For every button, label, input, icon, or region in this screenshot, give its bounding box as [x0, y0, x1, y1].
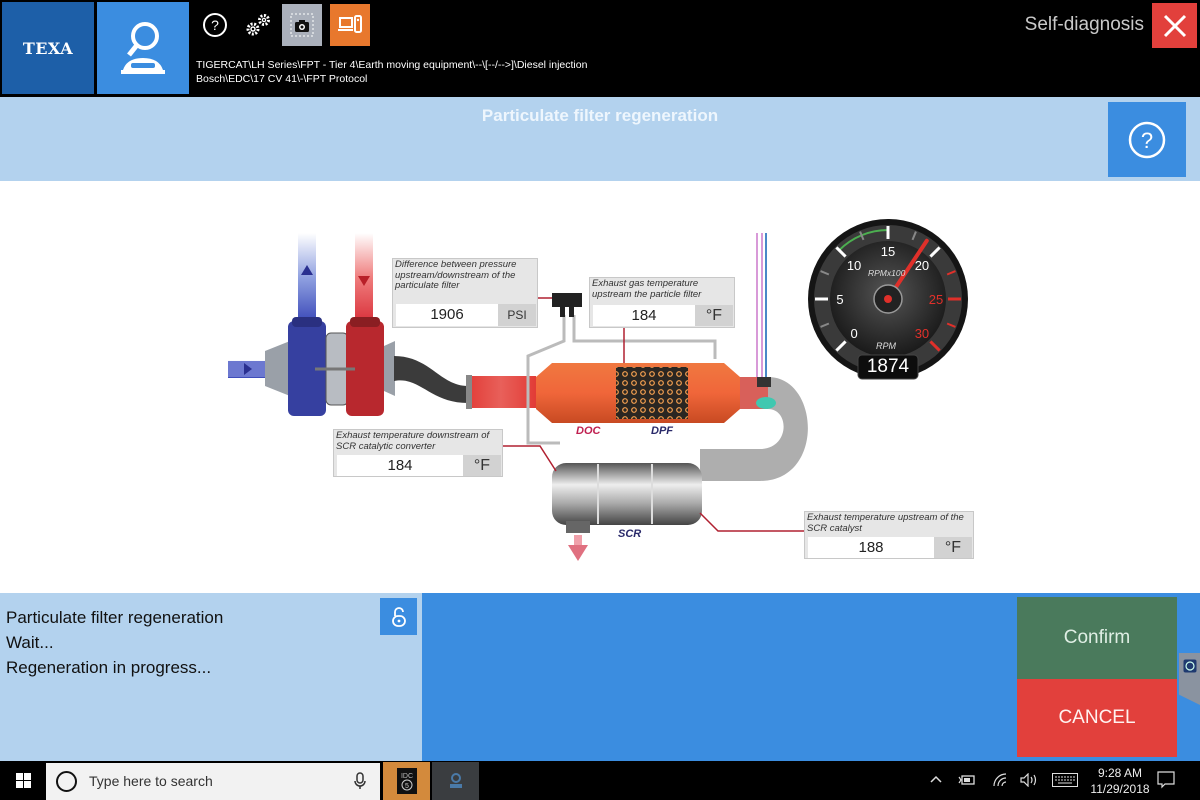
gauge-tick-label: 20 [915, 258, 929, 273]
gauge-tick-label: 25 [929, 292, 943, 307]
windows-taskbar: Type here to search IDC 5 9:28 AM 11/29/2… [0, 761, 1200, 800]
breadcrumb-line-2: Bosch\EDC\17 CV 41\-\FPT Protocol [196, 73, 368, 85]
status-panel: Particulate filter regeneration Wait... … [0, 593, 422, 761]
sensor-dpf-upstream-temp: Exhaust gas temperature upstream the par… [589, 277, 735, 328]
confirm-button[interactable]: Confirm [1017, 597, 1177, 679]
exhaust-system-diagram: 0 5 10 15 20 25 30 RPMx100 RPM 1874 Difference… [0, 181, 1200, 593]
texa-app-window: TEXA ? TIGERCAT\LH Series\FPT - Tier 4\E… [0, 0, 1200, 800]
cancel-button[interactable]: CANCEL [1017, 679, 1177, 757]
gauge-scale-label: RPMx100 [868, 268, 906, 278]
close-icon [1163, 14, 1186, 37]
svg-text:?: ? [211, 17, 219, 33]
sensor-dpf-pressure-diff: Difference between pressure upstream/dow… [392, 258, 538, 328]
battery-icon[interactable] [958, 774, 976, 786]
vehicle-diagnosis-icon [121, 22, 165, 74]
sensor-label: Exhaust temperature downstream of SCR ca… [336, 430, 490, 452]
svg-text:5: 5 [405, 783, 409, 790]
top-bar: TEXA ? TIGERCAT\LH Series\FPT - Tier 4\E… [0, 0, 1200, 97]
device-mode-icon [338, 15, 362, 33]
gauge-tick-label: 30 [915, 326, 929, 341]
breadcrumb-line-1: TIGERCAT\LH Series\FPT - Tier 4\Earth mo… [196, 59, 588, 71]
vehicle-breadcrumb: TIGERCAT\LH Series\FPT - Tier 4\Earth mo… [196, 58, 587, 86]
action-area: Confirm CANCEL [422, 593, 1200, 761]
device-mode-button[interactable] [330, 4, 370, 46]
taskbar-app-diagnosis[interactable] [432, 762, 479, 800]
texa-logo[interactable]: TEXA [2, 2, 94, 94]
screenshot-button[interactable] [282, 4, 322, 46]
gauge-value-readout: 1874 [866, 356, 910, 377]
gauge-tick-label: 15 [881, 244, 895, 259]
svg-text:IDC: IDC [400, 773, 412, 780]
sensor-value: 188 [808, 537, 934, 558]
unlock-icon [391, 606, 406, 627]
sensor-unit: °F [695, 305, 733, 326]
cortana-icon [56, 771, 77, 792]
volume-icon[interactable] [1020, 773, 1038, 787]
taskbar-search-input[interactable]: Type here to search [46, 763, 380, 800]
taskbar-clock[interactable]: 9:28 AM 11/29/2018 [1085, 765, 1155, 797]
sensor-unit: °F [934, 537, 972, 558]
gauge-tick-label: 0 [850, 326, 857, 341]
status-line: Particulate filter regeneration [6, 608, 224, 627]
taskbar-app-idc5[interactable]: IDC 5 [383, 762, 430, 800]
screenshot-camera-icon [290, 13, 314, 37]
sensor-value: 1906 [396, 304, 498, 326]
gauge-tick-label: 10 [847, 258, 861, 273]
procedure-help-button[interactable]: ? [1108, 102, 1186, 177]
app-title: Self-diagnosis [1024, 14, 1144, 35]
help-icon: ? [203, 13, 227, 37]
sensor-unit: PSI [498, 304, 536, 326]
gauge-tick-label: 5 [836, 292, 843, 307]
status-line: Wait... [6, 633, 54, 652]
page-header: Particulate filter regeneration ? [0, 97, 1200, 181]
start-button[interactable] [0, 761, 46, 800]
remote-support-icon [1183, 659, 1196, 673]
doc-tag: DOC [576, 425, 601, 437]
vehicle-diagnosis-button[interactable] [97, 2, 189, 94]
dpf-tag: DPF [651, 425, 673, 437]
close-button[interactable] [1152, 3, 1197, 48]
search-placeholder: Type here to search [89, 773, 213, 789]
wifi-icon[interactable] [992, 772, 1008, 788]
status-line: Regeneration in progress... [6, 658, 212, 677]
sensor-label: Difference between pressure upstream/dow… [395, 259, 517, 291]
gauge-unit-label: RPM [876, 341, 896, 351]
sensor-scr-upstream-temp: Exhaust temperature upstream of the SCR … [804, 511, 974, 559]
sensor-value: 184 [593, 305, 695, 326]
scr-tag: SCR [618, 528, 642, 540]
settings-gears-icon [246, 14, 270, 36]
settings-button[interactable] [238, 4, 278, 46]
sensor-label: Exhaust temperature upstream of the SCR … [807, 512, 964, 534]
exhaust-system-illustration: 0 5 10 15 20 25 30 [228, 219, 968, 561]
windows-logo-icon [15, 773, 31, 788]
touch-keyboard-icon[interactable] [1052, 773, 1078, 787]
clock-time: 9:28 AM [1097, 766, 1143, 780]
help-icon: ? [1128, 121, 1166, 158]
clock-date: 11/29/2018 [1090, 782, 1150, 796]
help-button[interactable]: ? [195, 4, 235, 46]
show-hidden-icons-chevron-icon[interactable] [930, 775, 942, 783]
page-title: Particulate filter regeneration [481, 106, 719, 125]
sensor-value: 184 [337, 455, 463, 476]
sensor-unit: °F [463, 455, 501, 476]
diagnosis-app-icon [449, 773, 462, 788]
microphone-icon[interactable] [354, 772, 366, 790]
lock-button[interactable] [380, 598, 417, 635]
svg-text:?: ? [1141, 128, 1153, 153]
action-center-icon[interactable] [1157, 771, 1175, 789]
sensor-scr-downstream-temp: Exhaust temperature downstream of SCR ca… [333, 429, 503, 477]
remote-support-tab[interactable] [1179, 653, 1200, 705]
idc5-app-icon: IDC 5 [396, 768, 417, 794]
sensor-label: Exhaust gas temperature upstream the par… [592, 278, 702, 300]
